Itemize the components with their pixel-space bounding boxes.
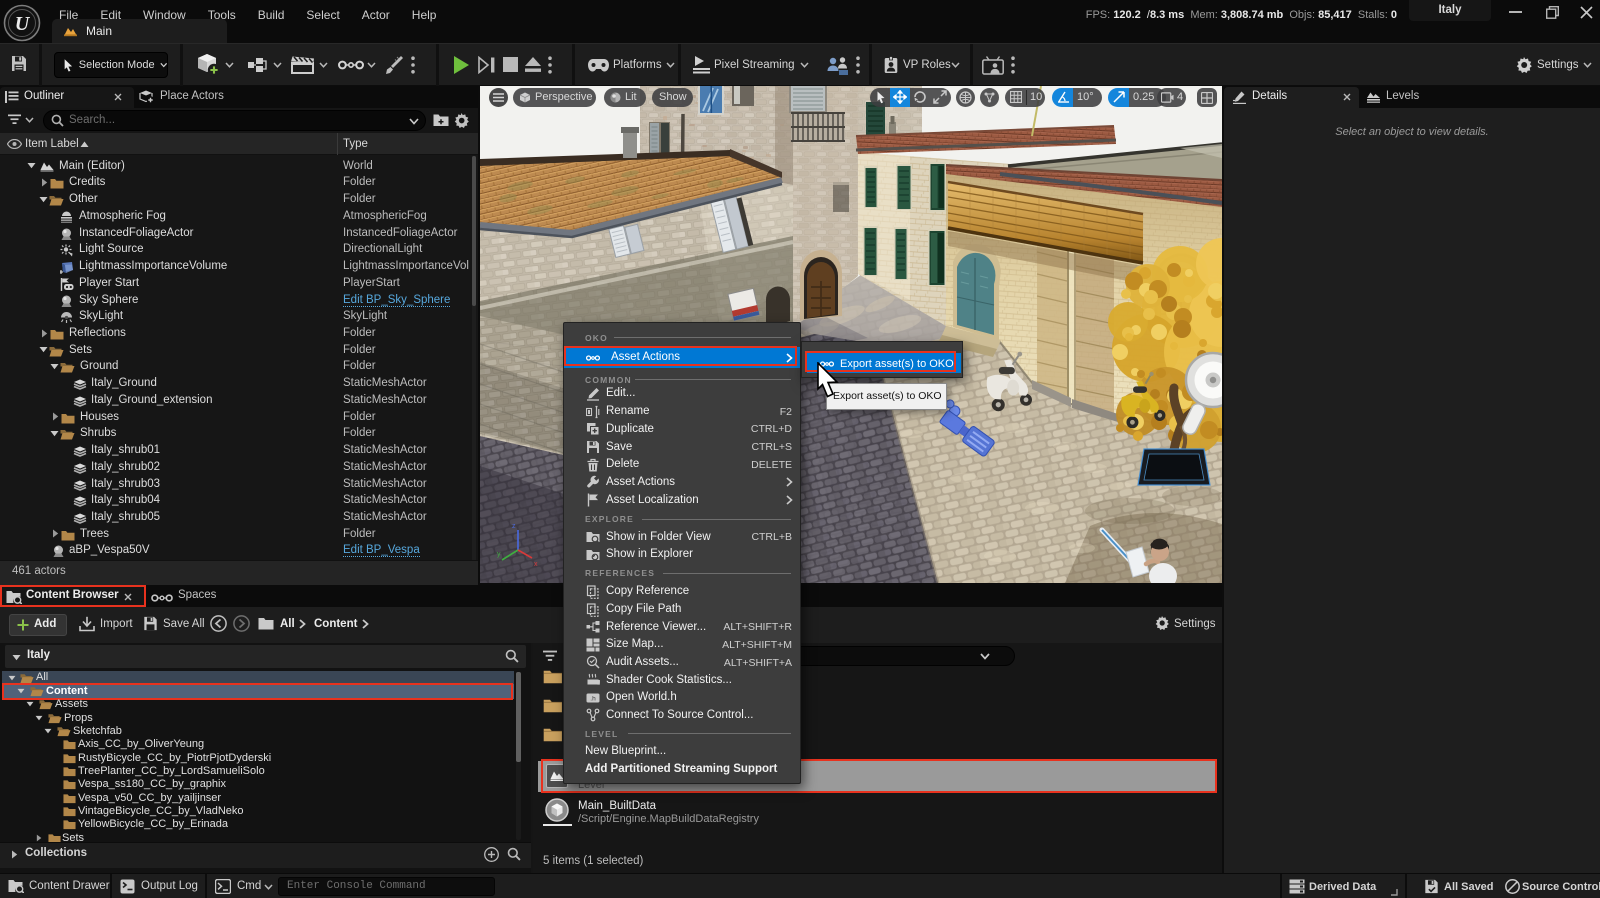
- svg-text:z: z: [512, 523, 516, 530]
- svg-text:.h: .h: [590, 696, 596, 703]
- svg-text:y: y: [497, 551, 501, 558]
- svg-text:U: U: [15, 13, 31, 35]
- svg-text:x: x: [534, 561, 538, 568]
